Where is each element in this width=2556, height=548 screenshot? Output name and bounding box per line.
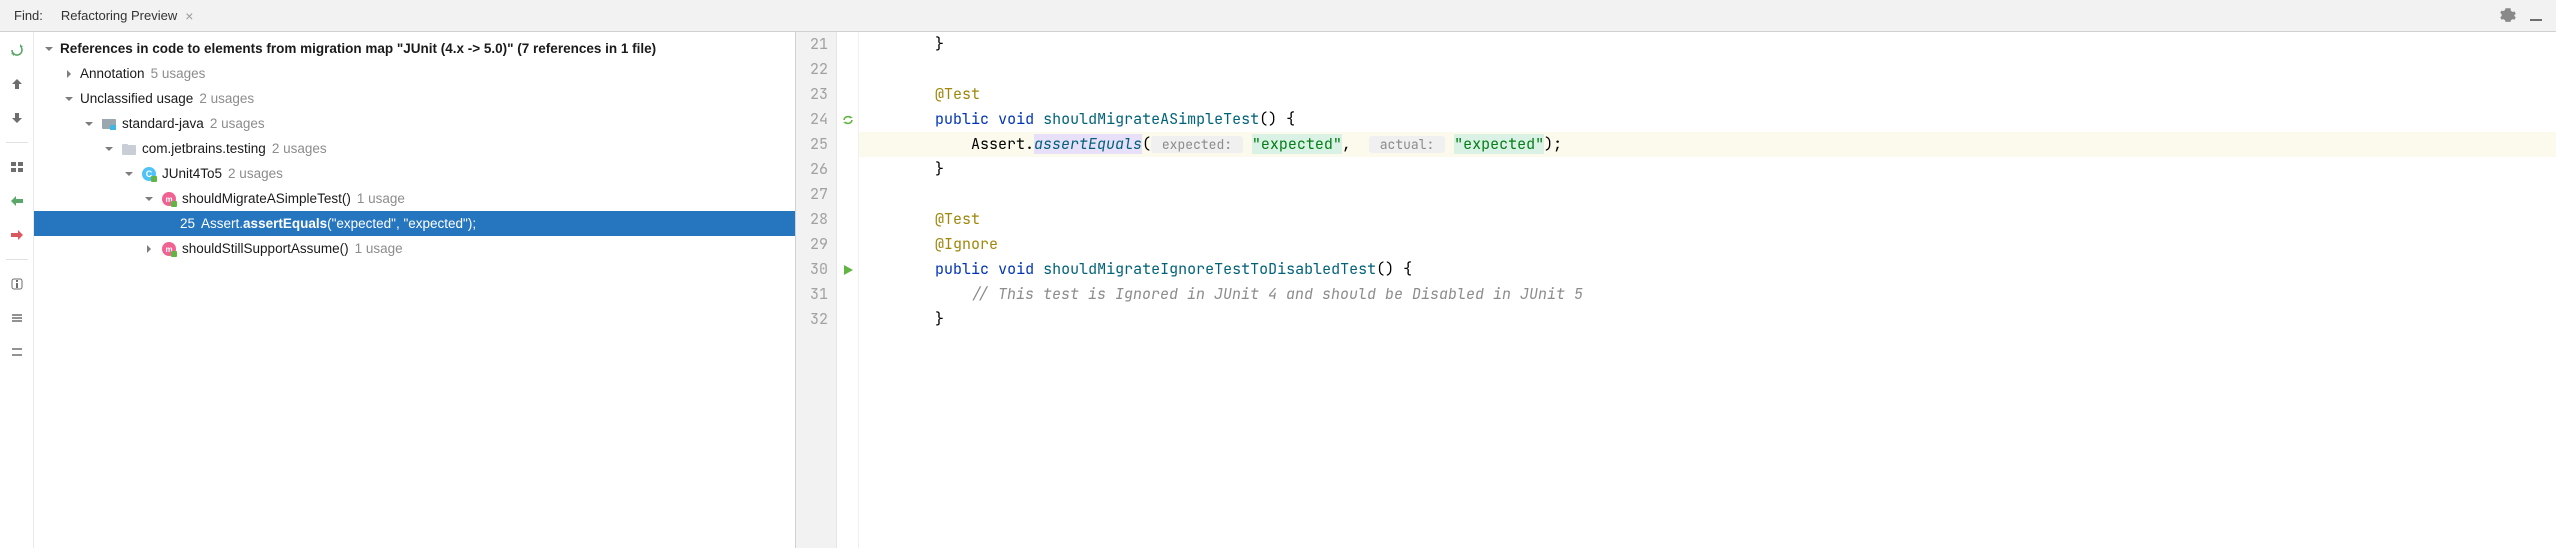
line-number-gutter: 212223242526272829303132: [796, 32, 837, 548]
code-line[interactable]: @Test: [859, 82, 2556, 107]
gutter-marker: [837, 307, 858, 332]
tab-label: Refactoring Preview: [61, 8, 177, 23]
line-number: 22: [810, 57, 828, 82]
refresh-icon[interactable]: [5, 38, 29, 62]
gear-icon[interactable]: [2494, 8, 2522, 24]
tab-refactoring-preview[interactable]: Refactoring Preview ×: [51, 0, 204, 31]
chevron-down-icon[interactable]: [82, 117, 96, 131]
minimize-icon[interactable]: [2522, 8, 2550, 24]
tree-root[interactable]: References in code to elements from migr…: [34, 36, 795, 61]
chevron-down-icon[interactable]: [102, 142, 116, 156]
method-icon: m: [160, 191, 178, 207]
find-label: Find:: [6, 8, 51, 23]
tree-class[interactable]: CJUnit4To52 usages: [34, 161, 795, 186]
code-line[interactable]: // This test is Ignored in JUnit 4 and s…: [859, 282, 2556, 307]
chevron-down-icon[interactable]: [62, 92, 76, 106]
code-line[interactable]: [859, 182, 2556, 207]
tree-method-2[interactable]: mshouldStillSupportAssume()1 usage: [34, 236, 795, 261]
line-number: 23: [810, 82, 828, 107]
tool-window-header: Find: Refactoring Preview ×: [0, 0, 2556, 32]
code-line[interactable]: Assert.assertEquals( expected: "expected…: [859, 132, 2556, 157]
gutter-marker: [837, 282, 858, 307]
gutter-marker: [837, 182, 858, 207]
line-number: 27: [810, 182, 828, 207]
tree-usage-line[interactable]: 25Assert.assertEquals("expected", "expec…: [34, 211, 795, 236]
code-line[interactable]: @Test: [859, 207, 2556, 232]
usages-tree[interactable]: References in code to elements from migr…: [34, 32, 796, 548]
gutter-marker: [837, 132, 858, 157]
gutter-marker: [837, 32, 858, 57]
line-number: 25: [810, 132, 828, 157]
class-icon: C: [140, 166, 158, 182]
layout-icon[interactable]: [5, 155, 29, 179]
left-toolbar: [0, 32, 34, 548]
line-number: 31: [810, 282, 828, 307]
cancel-refactor-icon[interactable]: [5, 223, 29, 247]
arrow-down-icon[interactable]: [5, 106, 29, 130]
line-number: 32: [810, 307, 828, 332]
tree-method-1[interactable]: mshouldMigrateASimpleTest()1 usage: [34, 186, 795, 211]
preview-editor: 212223242526272829303132 } @Test public …: [796, 32, 2556, 548]
tree-annotation[interactable]: Annotation5 usages: [34, 61, 795, 86]
chevron-down-icon[interactable]: [122, 167, 136, 181]
code-line[interactable]: public void shouldMigrateIgnoreTestToDis…: [859, 257, 2556, 282]
chevron-right-icon[interactable]: [142, 242, 156, 256]
tree-module[interactable]: standard-java2 usages: [34, 111, 795, 136]
close-icon[interactable]: ×: [185, 8, 193, 24]
line-number: 29: [810, 232, 828, 257]
line-number: 30: [810, 257, 828, 282]
gutter-marker: [837, 82, 858, 107]
tree-package[interactable]: com.jetbrains.testing2 usages: [34, 136, 795, 161]
line-number: 21: [810, 32, 828, 57]
package-icon: [120, 141, 138, 157]
code-line[interactable]: @Ignore: [859, 232, 2556, 257]
do-refactor-icon[interactable]: [5, 189, 29, 213]
tree-unclassified[interactable]: Unclassified usage2 usages: [34, 86, 795, 111]
info-icon[interactable]: [5, 272, 29, 296]
code-line[interactable]: }: [859, 157, 2556, 182]
gutter-markers: [837, 32, 859, 548]
code-line[interactable]: }: [859, 32, 2556, 57]
gutter-marker: [837, 57, 858, 82]
code-area[interactable]: } @Test public void shouldMigrateASimple…: [859, 32, 2556, 548]
line-number: 28: [810, 207, 828, 232]
gutter-marker[interactable]: [837, 107, 858, 132]
line-number: 26: [810, 157, 828, 182]
module-icon: [100, 116, 118, 132]
chevron-right-icon[interactable]: [62, 67, 76, 81]
gutter-marker[interactable]: [837, 257, 858, 282]
chevron-down-icon[interactable]: [42, 42, 56, 56]
line-number: 24: [810, 107, 828, 132]
code-line[interactable]: public void shouldMigrateASimpleTest() {: [859, 107, 2556, 132]
gutter-marker: [837, 157, 858, 182]
gutter-marker: [837, 207, 858, 232]
arrow-up-icon[interactable]: [5, 72, 29, 96]
code-line[interactable]: }: [859, 307, 2556, 332]
gutter-marker: [837, 232, 858, 257]
method-icon: m: [160, 241, 178, 257]
collapse-all-icon[interactable]: [5, 340, 29, 364]
code-line[interactable]: [859, 57, 2556, 82]
expander-placeholder: [162, 217, 176, 231]
expand-all-icon[interactable]: [5, 306, 29, 330]
chevron-down-icon[interactable]: [142, 192, 156, 206]
